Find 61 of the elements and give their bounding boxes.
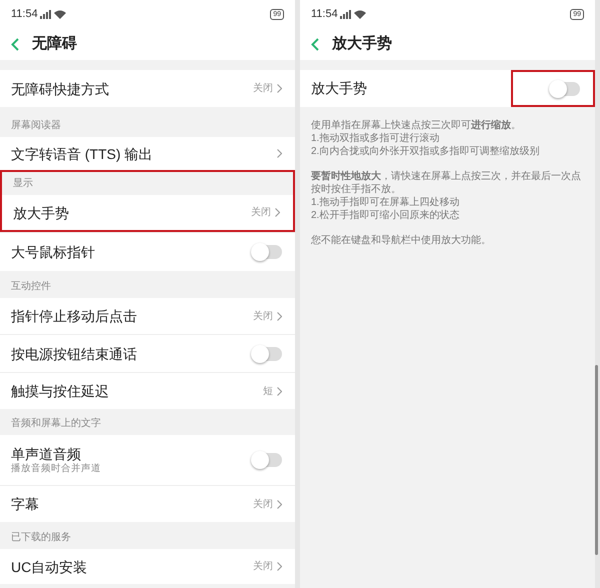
row-title: 单声道音频 (11, 445, 82, 463)
description-text: 使用单指在屏幕上快速点按三次即可进行缩放。 (311, 119, 522, 132)
row-value: 关闭 (251, 206, 271, 220)
row-title: 文字转语音 (TTS) 输出 (11, 144, 153, 162)
row-title: 放大手势 (311, 79, 368, 98)
scrollbar[interactable] (595, 365, 598, 555)
settings-row[interactable]: UC自动安装 关闭 (0, 549, 295, 584)
settings-row[interactable]: 大号鼠标指针 (0, 233, 295, 271)
chevron-icon (277, 312, 282, 320)
status-time: 11:54 (311, 6, 338, 22)
settings-row[interactable]: 指针停止移动后点击 关闭 (0, 298, 295, 334)
chevron-icon (277, 84, 282, 93)
chevron-icon (277, 149, 282, 158)
row-title: 按电源按钮结束通话 (11, 344, 137, 362)
page-title: 无障碍 (32, 34, 77, 54)
row-title: 字幕 (11, 495, 39, 513)
section-header: 互动控件 (10, 280, 52, 294)
section-header: 屏幕阅读器 (10, 118, 62, 133)
settings-row[interactable]: 单声道音频 播放音频时合并声道 (0, 435, 295, 485)
section-header: 音频和屏幕上的文字 (10, 416, 102, 431)
page-title: 放大手势 (332, 34, 392, 54)
row-title: 大号鼠标指针 (11, 243, 95, 261)
signal-icon (340, 10, 352, 18)
row-value: 关闭 (253, 498, 273, 512)
settings-row[interactable]: 触摸与按住延迟 短 (0, 373, 295, 409)
status-time: 11:54 (11, 6, 38, 22)
settings-row[interactable]: 文字转语音 (TTS) 输出 (0, 137, 295, 170)
row-value: 短 (263, 384, 273, 398)
settings-row[interactable]: 无障碍快捷方式 关闭 (0, 70, 295, 107)
row-title: 触摸与按住延迟 (11, 382, 109, 400)
row-title: UC自动安装 (11, 558, 88, 576)
row-title: 指针停止移动后点击 (11, 307, 137, 325)
back-icon[interactable] (11, 38, 19, 50)
toggle-switch[interactable] (252, 346, 282, 360)
chevron-icon (277, 500, 282, 508)
toggle-switch[interactable] (252, 245, 282, 259)
description-text: 1.拖动双指或多指可进行滚动 (311, 132, 440, 145)
description-text: 1.拖动手指即可在屏幕上四处移动 (311, 196, 460, 209)
chevron-icon (277, 386, 282, 396)
back-icon[interactable] (311, 38, 319, 50)
toggle-switch[interactable] (252, 453, 282, 467)
description-text: 您不能在键盘和导航栏中使用放大功能。 (311, 234, 492, 247)
row-value: 关闭 (253, 82, 273, 96)
settings-row[interactable]: 按电源按钮结束通话 (0, 335, 295, 372)
wifi-icon (54, 10, 66, 18)
row-subtitle: 播放音频时合并声道 (11, 463, 101, 475)
signal-icon (40, 10, 52, 18)
row-title: 无障碍快捷方式 (11, 80, 109, 98)
description-text: 2.松开手指即可缩小回原来的状态 (311, 209, 460, 222)
row-value: 关闭 (253, 560, 273, 574)
chevron-icon (275, 208, 280, 217)
row-title: 放大手势 (13, 204, 69, 222)
settings-row[interactable]: 放大手势 关闭 (0, 195, 295, 232)
description-text: 2.向内合拢或向外张开双指或多指即可调整缩放级别 (311, 145, 540, 158)
toggle-switch[interactable] (550, 82, 580, 96)
row-value: 关闭 (253, 310, 273, 324)
settings-row[interactable]: 字幕 关闭 (0, 486, 295, 522)
chevron-icon (277, 562, 282, 571)
description-text: 要暂时性地放大，请快速在屏幕上点按三次，并在最后一次点按时按住手指不放。 (311, 170, 582, 196)
wifi-icon (354, 10, 366, 18)
section-header: 已下载的服务 (10, 530, 72, 545)
